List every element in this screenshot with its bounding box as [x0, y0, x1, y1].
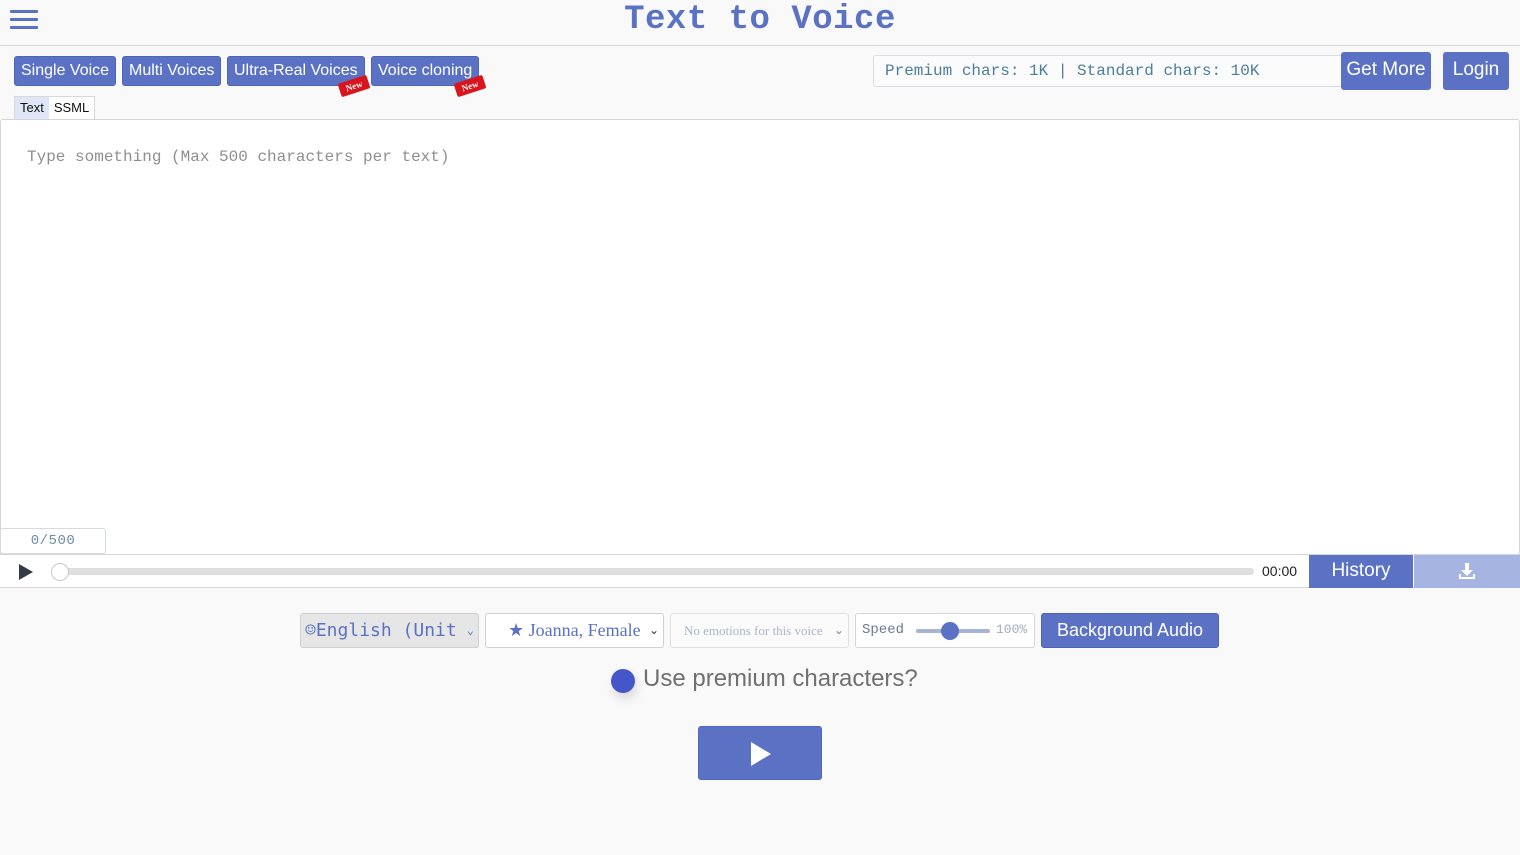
tab-ssml[interactable]: SSML — [49, 97, 94, 119]
header: Text to Voice — [0, 0, 1520, 46]
playback-time: 00:00 — [1262, 563, 1298, 579]
language-value: English (Unit — [315, 620, 457, 641]
chevron-down-icon: ⌄ — [466, 623, 474, 637]
voice-select[interactable]: ★ Joanna, Female ⌄ — [485, 613, 664, 648]
star-icon: ★ — [508, 620, 525, 640]
play-icon[interactable] — [19, 564, 33, 580]
character-counter: 0/500 — [0, 528, 106, 554]
emotion-value: No emotions for this voice — [684, 623, 823, 638]
chevron-down-icon: ⌄ — [833, 614, 844, 647]
speed-label: Speed — [862, 622, 905, 638]
page-title: Text to Voice — [624, 1, 896, 39]
download-button[interactable] — [1414, 555, 1520, 588]
text-input[interactable] — [2, 121, 1518, 529]
speed-control: Speed 100% — [855, 613, 1035, 648]
download-icon — [1459, 563, 1475, 579]
premium-radio[interactable] — [611, 669, 635, 693]
speed-value: 100% — [996, 622, 1028, 637]
generate-play-button[interactable] — [698, 726, 822, 780]
text-editor — [0, 119, 1520, 555]
premium-label: Use premium characters? — [643, 665, 918, 692]
multi-voices-button[interactable]: Multi Voices — [122, 56, 222, 86]
seek-bar[interactable] — [52, 568, 1254, 575]
language-select[interactable]: ☺English (Unit ⌄ — [300, 613, 479, 648]
play-icon — [751, 742, 771, 766]
history-button[interactable]: History — [1309, 555, 1413, 588]
tab-text[interactable]: Text — [15, 97, 49, 119]
characters-balance: Premium chars: 1K | Standard chars: 10K — [873, 55, 1345, 87]
login-button[interactable]: Login — [1443, 52, 1509, 90]
single-voice-button[interactable]: Single Voice — [14, 56, 117, 86]
editor-tabs: Text SSML — [14, 96, 96, 119]
get-more-button[interactable]: Get More — [1341, 52, 1431, 90]
smiley-icon: ☺ — [305, 620, 316, 641]
speed-slider-thumb[interactable] — [941, 622, 959, 640]
chevron-down-icon: ⌄ — [648, 623, 659, 637]
seek-thumb[interactable] — [51, 563, 69, 581]
audio-player: 00:00 History — [0, 554, 1520, 588]
voice-value: Joanna, Female — [528, 620, 641, 640]
emotion-select[interactable]: No emotions for this voice ⌄ — [670, 613, 849, 648]
background-audio-button[interactable]: Background Audio — [1041, 613, 1219, 648]
